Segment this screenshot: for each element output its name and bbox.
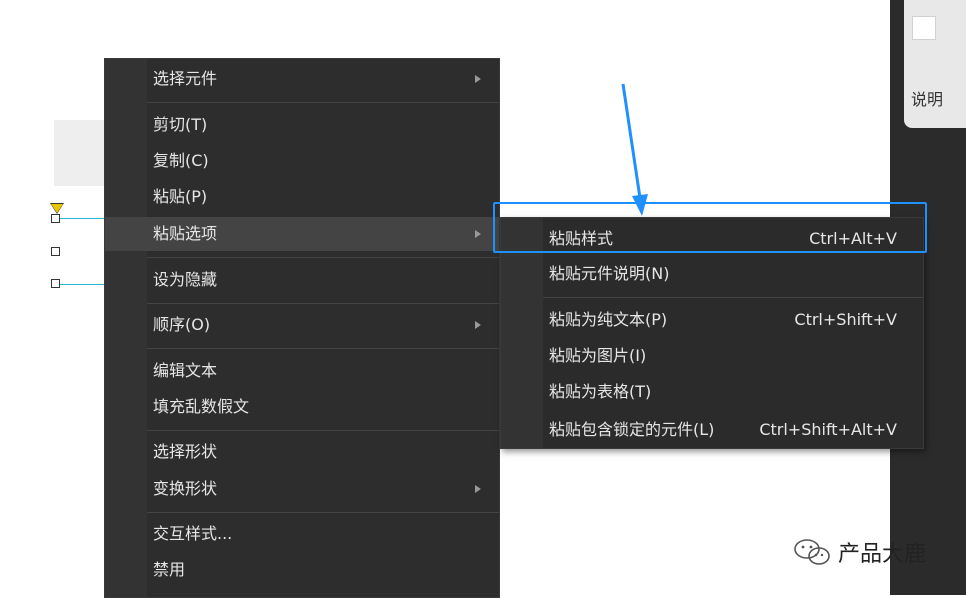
watermark: 产品大鹿 — [792, 536, 926, 568]
canvas-shape[interactable] — [54, 120, 106, 186]
resize-handle-middle[interactable] — [51, 247, 60, 256]
menu-item-label: 编辑文本 — [153, 361, 218, 380]
menu-item-label: 粘贴选项 — [153, 224, 218, 243]
annotation-highlight-box — [493, 202, 927, 253]
resize-handle-bottom[interactable] — [51, 279, 60, 288]
menu-item-select-widget[interactable]: 选择元件 — [105, 62, 499, 96]
shortcut-label: Ctrl+Shift+V — [794, 310, 897, 329]
menu-separator — [147, 430, 499, 431]
menu-item-cut[interactable]: 剪切(T) — [105, 108, 499, 142]
menu-item-label: 选择形状 — [153, 442, 218, 461]
submenu-item-paste-image[interactable]: 粘贴为图片(I) — [501, 339, 923, 373]
menu-item-label: 剪切(T) — [153, 115, 208, 134]
wechat-icon — [794, 539, 830, 565]
menu-item-copy[interactable]: 复制(C) — [105, 144, 499, 178]
context-menu: 选择元件 剪切(T) 复制(C) 粘贴(P) 粘贴选项 设为隐藏 顺序(O) 编… — [104, 58, 500, 598]
submenu-arrow-icon — [475, 485, 481, 493]
description-label: 说明 — [911, 90, 944, 109]
shortcut-label: Ctrl+Shift+Alt+V — [759, 420, 897, 439]
menu-item-paste-options[interactable]: 粘贴选项 — [105, 217, 499, 251]
menu-item-label: 变换形状 — [153, 479, 218, 498]
menu-item-order[interactable]: 顺序(O) — [105, 308, 499, 342]
submenu-item-label: 粘贴为图片(I) — [549, 346, 647, 365]
anchor-handle[interactable] — [51, 204, 63, 213]
menu-separator — [147, 102, 499, 103]
panel-checkbox[interactable] — [912, 16, 936, 40]
submenu-item-label: 粘贴包含锁定的元件(L) — [549, 420, 715, 439]
menu-item-label: 设为隐藏 — [153, 270, 218, 289]
menu-item-select-shape[interactable]: 选择形状 — [105, 435, 499, 469]
submenu-separator — [543, 297, 923, 298]
menu-item-label: 选择元件 — [153, 69, 218, 88]
menu-item-label: 顺序(O) — [153, 315, 211, 334]
menu-item-label: 禁用 — [153, 560, 186, 579]
menu-item-label: 粘贴(P) — [153, 187, 208, 206]
menu-separator — [147, 512, 499, 513]
submenu-item-label: 粘贴元件说明(N) — [549, 264, 670, 283]
menu-item-edit-text[interactable]: 编辑文本 — [105, 354, 499, 388]
menu-item-set-hidden[interactable]: 设为隐藏 — [105, 263, 499, 297]
menu-item-label: 复制(C) — [153, 151, 209, 170]
submenu-arrow-icon — [475, 75, 481, 83]
submenu-item-label: 粘贴为表格(T) — [549, 382, 652, 401]
submenu-arrow-icon — [475, 321, 481, 329]
menu-item-transform-shape[interactable]: 变换形状 — [105, 472, 499, 506]
submenu-item-label: 粘贴为纯文本(P) — [549, 310, 668, 329]
menu-item-paste[interactable]: 粘贴(P) — [105, 180, 499, 214]
menu-item-disable[interactable]: 禁用 — [105, 553, 499, 587]
menu-item-label: 填充乱数假文 — [153, 397, 250, 416]
watermark-text: 产品大鹿 — [838, 542, 927, 567]
menu-item-label: 交互样式... — [153, 524, 233, 543]
resize-handle-top[interactable] — [51, 214, 60, 223]
submenu-item-paste-table[interactable]: 粘贴为表格(T) — [501, 375, 923, 409]
menu-separator — [147, 303, 499, 304]
menu-item-interaction-style[interactable]: 交互样式... — [105, 517, 499, 551]
submenu-arrow-icon — [475, 230, 481, 238]
submenu-item-paste-note[interactable]: 粘贴元件说明(N) — [501, 257, 923, 291]
menu-item-fill-lorem[interactable]: 填充乱数假文 — [105, 390, 499, 424]
menu-separator — [147, 348, 499, 349]
menu-separator — [147, 257, 499, 258]
submenu-item-paste-locked[interactable]: 粘贴包含锁定的元件(L) Ctrl+Shift+Alt+V — [501, 413, 923, 447]
submenu-item-paste-plain-text[interactable]: 粘贴为纯文本(P) Ctrl+Shift+V — [501, 303, 923, 337]
